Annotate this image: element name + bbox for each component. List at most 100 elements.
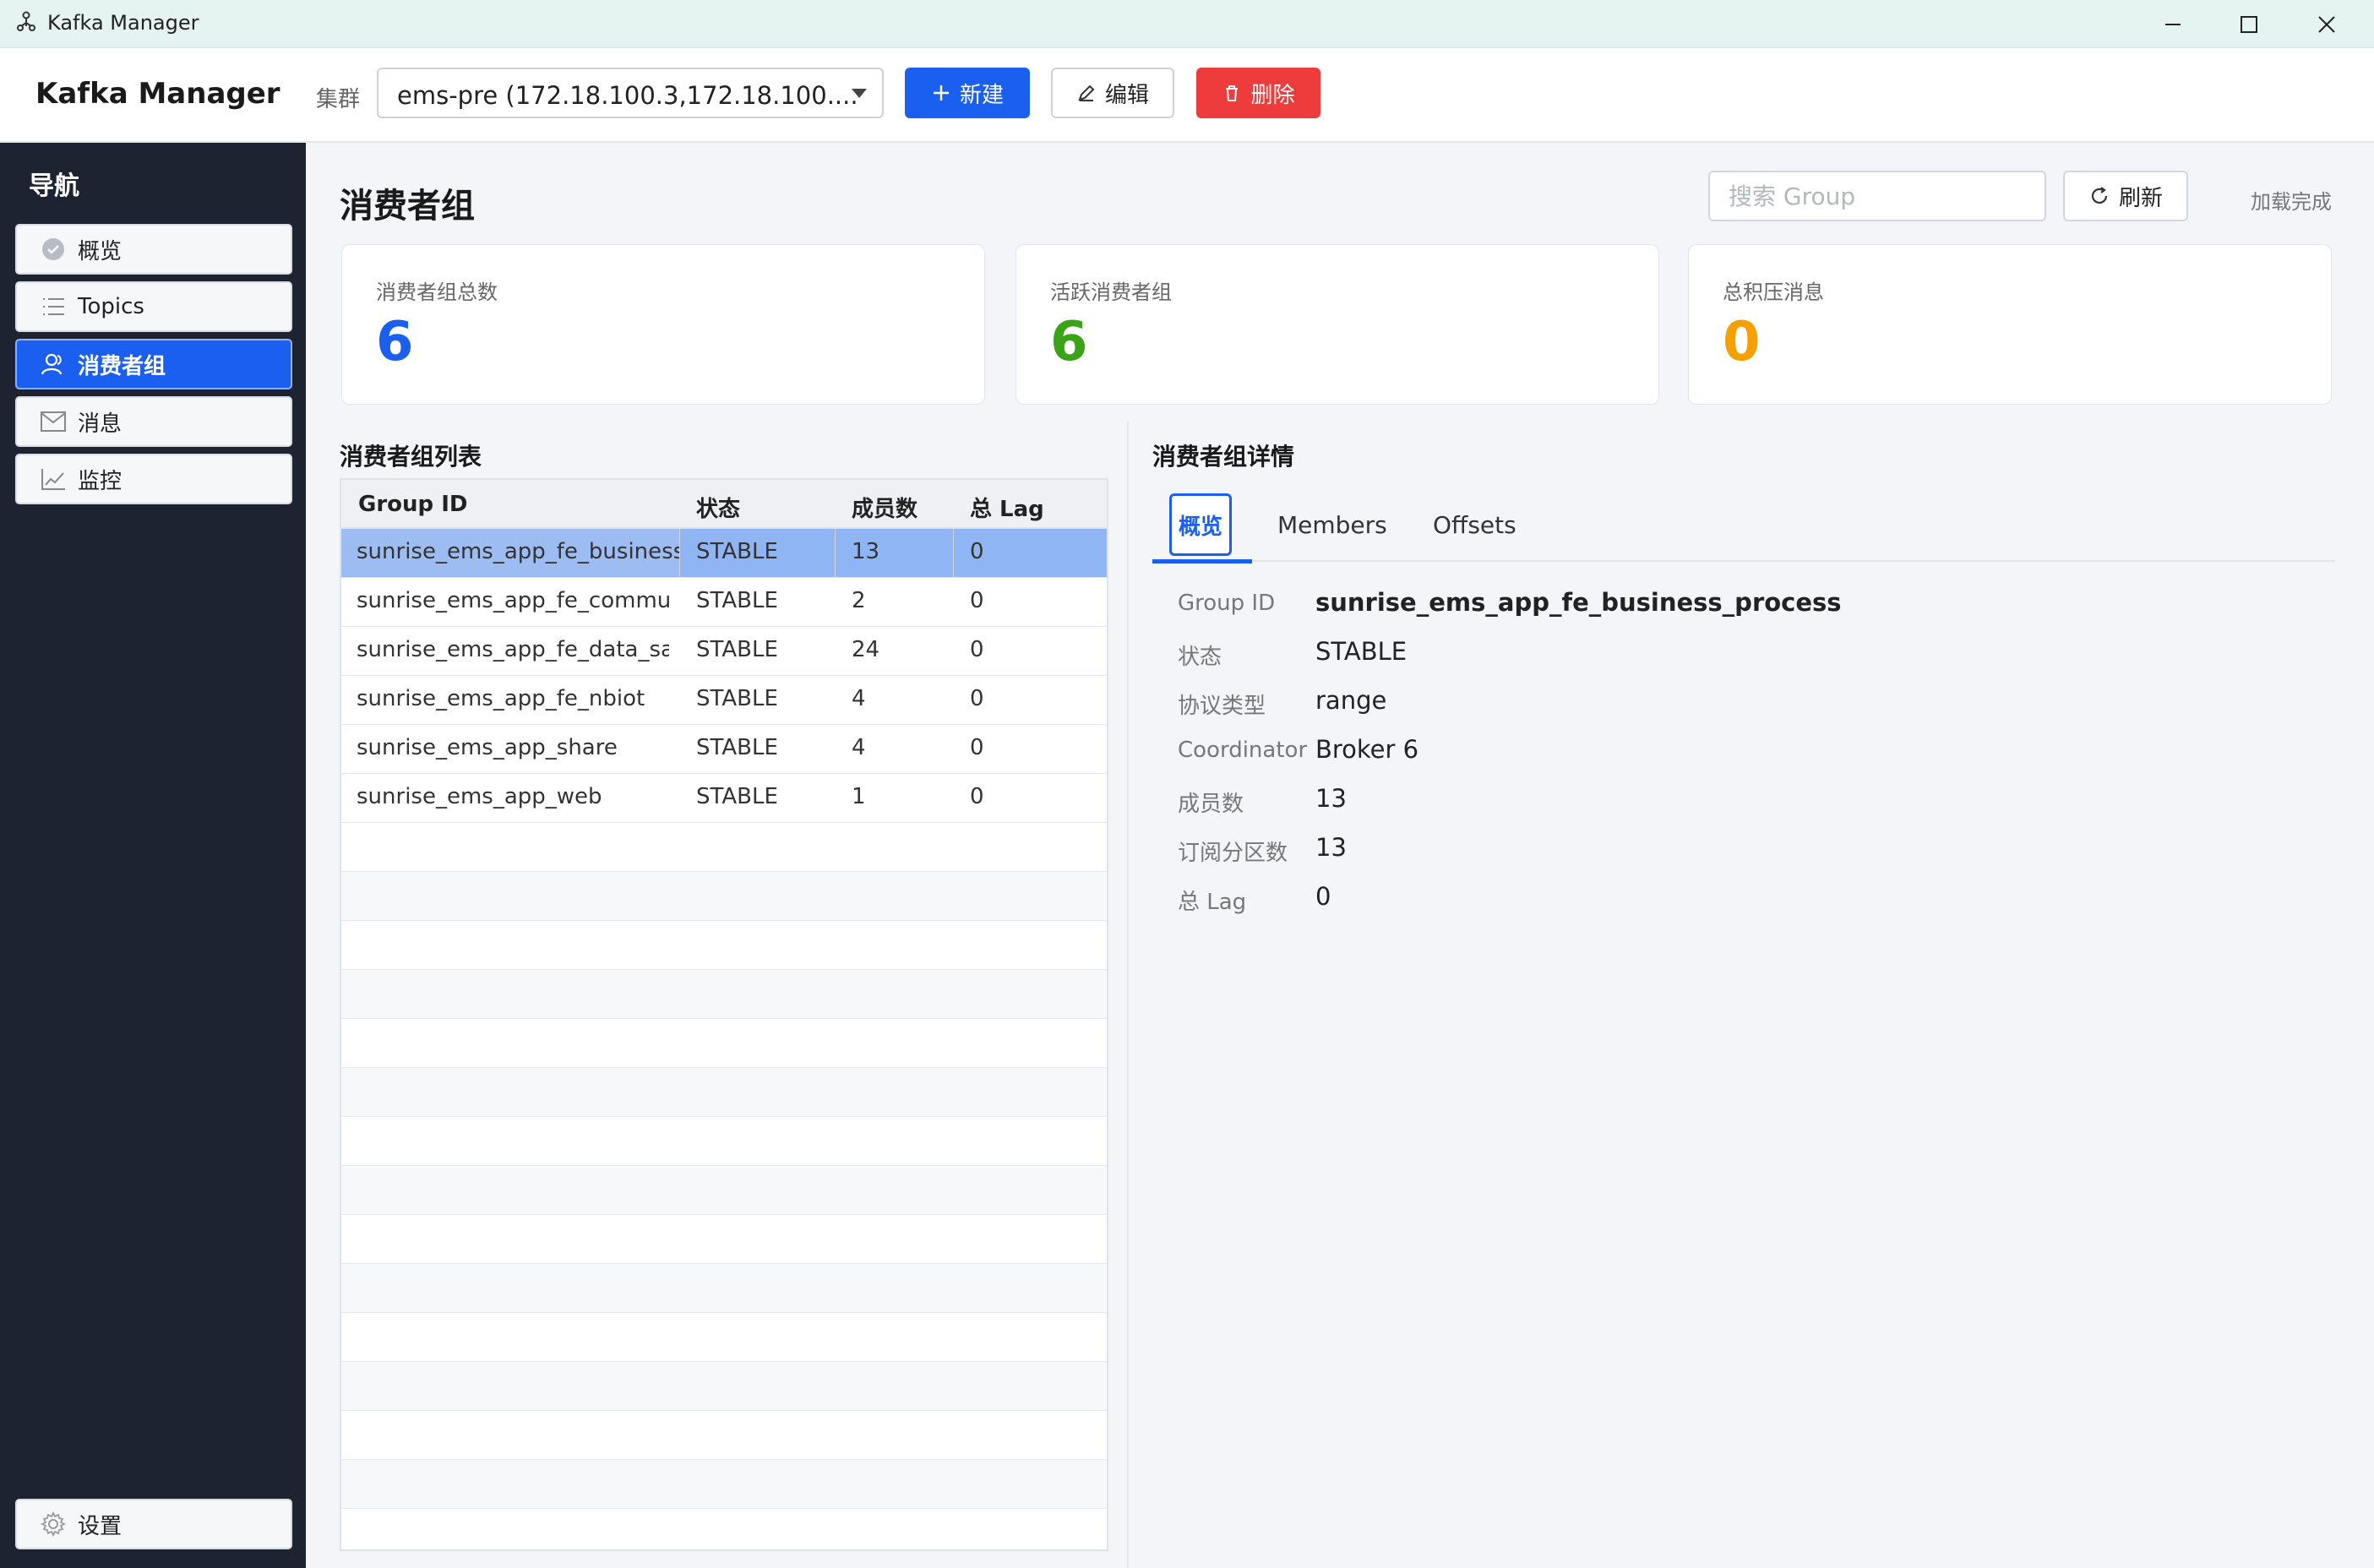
cell-group-id: sunrise_ems_app_fe_business... <box>341 529 679 576</box>
detail-key-state: 状态 <box>1178 645 1222 670</box>
detail-value-state: STABLE <box>1315 637 1408 666</box>
main-content: 消费者组 刷新 加载完成 消费者组总数 6 活跃消费者组 6 总积压消息 0 消… <box>306 143 2374 1568</box>
cell-state: STABLE <box>696 686 778 711</box>
new-button-label: 新建 <box>959 82 1004 108</box>
empty-table-row <box>341 1362 1107 1411</box>
tab-members[interactable]: Members <box>1277 487 1387 562</box>
sidebar-item-messages[interactable]: 消息 <box>15 396 292 447</box>
sidebar: 导航 概览 Topics 消费者组 消息 监控 设置 <box>0 143 306 1568</box>
cluster-select-value: ems-pre (172.18.100.3,172.18.100.... <box>397 81 858 110</box>
refresh-icon <box>2091 187 2108 204</box>
minimize-button[interactable] <box>2134 0 2212 48</box>
empty-table-row <box>341 1117 1107 1166</box>
table-row[interactable]: sunrise_ems_app_fe_business... STABLE 13… <box>341 529 1107 578</box>
minimize-icon <box>2165 23 2181 25</box>
list-icon <box>39 292 68 321</box>
group-list-title: 消费者组列表 <box>340 443 482 471</box>
tab-label: 概览 <box>1169 493 1232 556</box>
stat-card-total-lag: 总积压消息 0 <box>1688 244 2332 405</box>
sidebar-item-settings[interactable]: 设置 <box>15 1499 292 1549</box>
stat-value: 6 <box>376 311 414 373</box>
stat-label: 消费者组总数 <box>376 280 498 304</box>
cell-state: STABLE <box>696 735 778 760</box>
tab-offsets[interactable]: Offsets <box>1433 487 1516 562</box>
search-input[interactable] <box>1710 172 2045 220</box>
cell-lag: 0 <box>970 539 984 564</box>
empty-table-row <box>341 1215 1107 1264</box>
sidebar-title: 导航 <box>29 172 79 201</box>
empty-table-row <box>341 1019 1107 1068</box>
cell-lag: 0 <box>970 686 984 711</box>
page-title: 消费者组 <box>340 187 475 226</box>
brand-title: Kafka Manager <box>35 77 280 111</box>
empty-table-row <box>341 1411 1107 1460</box>
table-row[interactable]: sunrise_ems_app_web STABLE 1 0 <box>341 774 1107 823</box>
maximize-icon <box>2241 15 2257 33</box>
close-window-button[interactable] <box>2288 0 2366 48</box>
group-detail-title: 消费者组详情 <box>1152 443 1295 471</box>
window-titlebar: Kafka Manager <box>0 0 2374 48</box>
column-header-lag[interactable]: 总 Lag <box>970 492 1044 523</box>
detail-value-total-lag: 0 <box>1315 882 1331 911</box>
cell-members: 4 <box>852 686 866 711</box>
consumer-group-table: Group ID 状态 成员数 总 Lag sunrise_ems_app_fe… <box>340 478 1108 1551</box>
table-row[interactable]: sunrise_ems_app_fe_nbiot STABLE 4 0 <box>341 676 1107 725</box>
sidebar-item-label: 消息 <box>78 411 123 437</box>
cell-state: STABLE <box>696 588 778 613</box>
cell-lag: 0 <box>970 588 984 613</box>
sidebar-item-monitoring[interactable]: 监控 <box>15 454 292 504</box>
cell-lag: 0 <box>970 735 984 760</box>
stat-label: 总积压消息 <box>1723 280 1824 304</box>
window-title: Kafka Manager <box>47 11 199 35</box>
maximize-button[interactable] <box>2210 0 2288 48</box>
active-tab-indicator <box>1152 559 1252 564</box>
search-group-field[interactable] <box>1708 171 2046 221</box>
sidebar-item-label: 概览 <box>78 238 123 264</box>
sidebar-item-label: 消费者组 <box>78 353 166 379</box>
refresh-button[interactable]: 刷新 <box>2063 171 2188 221</box>
cell-members: 4 <box>852 735 866 760</box>
column-header-members[interactable]: 成员数 <box>852 492 917 523</box>
table-row[interactable]: sunrise_ems_app_fe_commun... STABLE 2 0 <box>341 578 1107 627</box>
detail-value-group-id: sunrise_ems_app_fe_business_process <box>1315 588 1842 617</box>
cell-group-id: sunrise_ems_app_fe_commun... <box>357 588 669 613</box>
cluster-select[interactable]: ems-pre (172.18.100.3,172.18.100.... <box>377 68 884 118</box>
cell-group-id: sunrise_ems_app_web <box>357 784 602 809</box>
check-circle-icon <box>39 235 68 264</box>
tab-overview[interactable]: 概览 <box>1169 487 1237 562</box>
detail-value-partitions: 13 <box>1315 833 1347 862</box>
detail-value-coordinator: Broker 6 <box>1315 735 1419 764</box>
column-header-group-id[interactable]: Group ID <box>358 492 467 517</box>
delete-cluster-button[interactable]: 删除 <box>1196 68 1320 118</box>
cell-members: 13 <box>852 539 880 564</box>
empty-table-row <box>341 1166 1107 1215</box>
empty-table-row <box>341 1068 1107 1117</box>
app-header: Kafka Manager 集群 ems-pre (172.18.100.3,1… <box>0 48 2374 143</box>
chevron-down-icon <box>852 89 867 98</box>
detail-key-members: 成员数 <box>1178 792 1244 817</box>
new-cluster-button[interactable]: 新建 <box>905 68 1030 118</box>
cell-state: STABLE <box>696 637 778 662</box>
column-header-state[interactable]: 状态 <box>696 492 740 523</box>
sidebar-item-topics[interactable]: Topics <box>15 281 292 332</box>
close-icon <box>2318 15 2335 33</box>
table-row[interactable]: sunrise_ems_app_share STABLE 4 0 <box>341 725 1107 774</box>
table-row[interactable]: sunrise_ems_app_fe_data_save STABLE 24 0 <box>341 627 1107 676</box>
sidebar-item-overview[interactable]: 概览 <box>15 224 292 275</box>
cell-group-id: sunrise_ems_app_fe_nbiot <box>357 686 645 711</box>
empty-table-row <box>341 970 1107 1019</box>
cell-members: 2 <box>852 588 866 613</box>
empty-table-row <box>341 1264 1107 1313</box>
empty-table-row <box>341 921 1107 970</box>
load-status: 加载完成 <box>2251 190 2332 214</box>
sidebar-item-consumer-groups[interactable]: 消费者组 <box>15 339 292 389</box>
detail-key-coordinator: Coordinator <box>1178 738 1308 763</box>
table-header: Group ID 状态 成员数 总 Lag <box>341 480 1107 529</box>
detail-tabs: 概览 Members Offsets <box>1152 487 2335 562</box>
cell-members: 24 <box>852 637 880 662</box>
line-chart-icon <box>39 465 68 493</box>
sidebar-item-label: 设置 <box>78 1513 123 1539</box>
empty-table-row <box>341 872 1107 921</box>
delete-button-label: 删除 <box>1250 82 1295 108</box>
edit-cluster-button[interactable]: 编辑 <box>1051 68 1174 118</box>
